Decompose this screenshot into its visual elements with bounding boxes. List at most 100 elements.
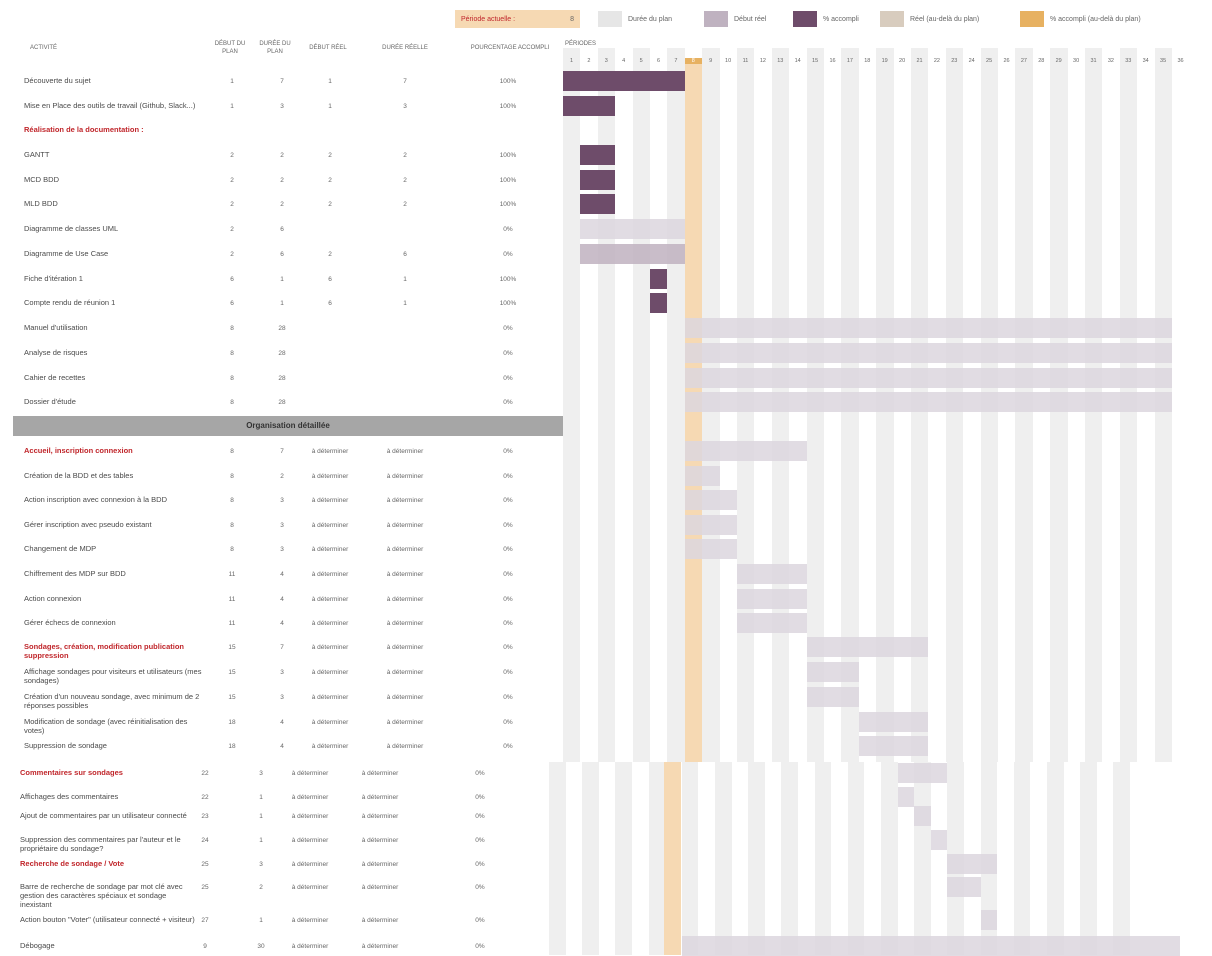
plan-duration-cell: 4 <box>280 571 284 578</box>
percent-cell: 0% <box>475 837 485 844</box>
percent-cell: 0% <box>503 325 513 332</box>
period-column-band <box>1047 762 1064 955</box>
real-start-cell: à déterminer <box>311 571 349 578</box>
plan-duration-bar <box>947 854 998 874</box>
activity-name: MLD BDD <box>24 199 58 208</box>
real-start-cell: à déterminer <box>291 917 329 924</box>
real-duration-cell: à déterminer <box>361 770 399 777</box>
plan-start-cell: 22 <box>201 770 209 777</box>
plan-start-cell: 11 <box>228 620 236 627</box>
percent-cell: 0% <box>503 399 513 406</box>
activity-name: Débogage <box>20 941 55 950</box>
plan-duration-bar <box>684 368 1172 388</box>
period-number: 26 <box>1003 58 1010 64</box>
real-start-cell: à déterminer <box>291 943 329 950</box>
plan-duration-bar <box>980 910 998 930</box>
period-number: 36 <box>1177 58 1184 64</box>
real-duration-cell: à déterminer <box>361 917 399 924</box>
percent-cell: 0% <box>475 884 485 891</box>
plan-duration-cell: 4 <box>280 620 284 627</box>
plan-duration-bar <box>563 71 685 91</box>
plan-duration-bar <box>947 877 981 897</box>
activity-name: Suppression des commentaires par l'auteu… <box>20 835 181 853</box>
plan-duration-bar <box>684 392 1172 412</box>
percent-cell: 0% <box>475 794 485 801</box>
real-start-cell: 6 <box>328 276 332 283</box>
real-duration-cell: 3 <box>403 103 407 110</box>
legend-label: % accompli <box>823 15 859 23</box>
real-duration-cell: 2 <box>403 177 407 184</box>
plan-duration-cell: 1 <box>259 837 263 844</box>
activity-name: Action connexion <box>24 594 82 603</box>
plan-duration-bar <box>806 637 929 657</box>
legend-label: Durée du plan <box>628 15 672 23</box>
plan-duration-cell: 1 <box>259 813 263 820</box>
plan-duration-bar <box>858 736 929 756</box>
activity-name: Changement de MDP <box>24 544 97 553</box>
plan-duration-cell: 3 <box>280 103 284 110</box>
period-number: 8 <box>684 58 702 64</box>
header-percent: POURCENTAGE ACCOMPLI <box>470 45 550 51</box>
plan-duration-bar <box>684 318 1172 338</box>
period-number: 16 <box>829 58 836 64</box>
plan-duration-cell: 4 <box>280 596 284 603</box>
header-periods: PÉRIODES <box>565 41 597 47</box>
plan-duration-bar <box>914 806 931 826</box>
plan-duration-cell: 1 <box>280 276 284 283</box>
plan-start-cell: 27 <box>201 917 209 924</box>
activity-name: Modification de sondage (avec réinitiali… <box>24 717 188 735</box>
percent-cell: 0% <box>503 497 513 504</box>
percent-cell: 0% <box>503 620 513 627</box>
section-banner: Organisation détaillée <box>13 416 563 436</box>
period-number: 25 <box>986 58 993 64</box>
plan-start-cell: 2 <box>230 251 234 258</box>
real-duration-cell: à déterminer <box>386 743 424 750</box>
real-start-cell: à déterminer <box>311 546 349 553</box>
plan-duration-cell: 1 <box>259 794 263 801</box>
real-duration-cell: à déterminer <box>386 644 424 651</box>
plan-start-cell: 6 <box>230 300 234 307</box>
activity-name: Création d'un nouveau sondage, avec mini… <box>24 692 200 710</box>
current-period-highlight <box>664 762 681 955</box>
plan-duration-bar <box>580 194 616 214</box>
period-number: 22 <box>933 58 940 64</box>
plan-start-cell: 2 <box>230 201 234 208</box>
activity-name: Diagramme de Use Case <box>24 249 109 258</box>
real-duration-cell: à déterminer <box>386 669 424 676</box>
activity-name: Diagramme de classes UML <box>24 224 119 233</box>
period-number: 30 <box>1073 58 1080 64</box>
plan-duration-cell: 7 <box>280 644 284 651</box>
period-column-band <box>549 762 566 955</box>
plan-start-cell: 8 <box>230 399 234 406</box>
real-start-cell: à déterminer <box>291 884 329 891</box>
current-period-field[interactable]: Période actuelle : 8 <box>455 10 580 28</box>
plan-start-cell: 8 <box>230 448 234 455</box>
plan-start-cell: 18 <box>228 743 236 750</box>
header-real-duration: DURÉE RÉELLE <box>382 45 428 51</box>
legend-swatch <box>793 11 817 27</box>
period-column-band <box>582 762 599 955</box>
header-activity: ACTIVITÉ <box>30 45 58 51</box>
activity-name: Compte rendu de réunion 1 <box>24 298 116 307</box>
percent-cell: 100% <box>499 276 517 283</box>
period-number: 18 <box>864 58 871 64</box>
period-column-band <box>1113 762 1130 955</box>
percent-cell: 0% <box>503 522 513 529</box>
real-duration-cell: à déterminer <box>361 884 399 891</box>
real-start-cell: à déterminer <box>291 770 329 777</box>
percent-cell: 100% <box>499 201 517 208</box>
activity-name: Chiffrement des MDP sur BDD <box>24 569 126 578</box>
plan-duration-cell: 7 <box>280 78 284 85</box>
activity-name: Analyse de risques <box>24 348 88 357</box>
plan-duration-cell: 6 <box>280 226 284 233</box>
period-number: 31 <box>1090 58 1097 64</box>
period-number: 32 <box>1107 58 1114 64</box>
plan-duration-bar <box>681 936 1180 956</box>
plan-duration-cell: 30 <box>257 943 265 950</box>
plan-duration-cell: 4 <box>280 743 284 750</box>
period-number: 5 <box>639 58 643 64</box>
period-column-band <box>781 762 798 955</box>
period-number: 15 <box>812 58 819 64</box>
period-number: 27 <box>1020 58 1027 64</box>
plan-duration-cell: 7 <box>280 448 284 455</box>
